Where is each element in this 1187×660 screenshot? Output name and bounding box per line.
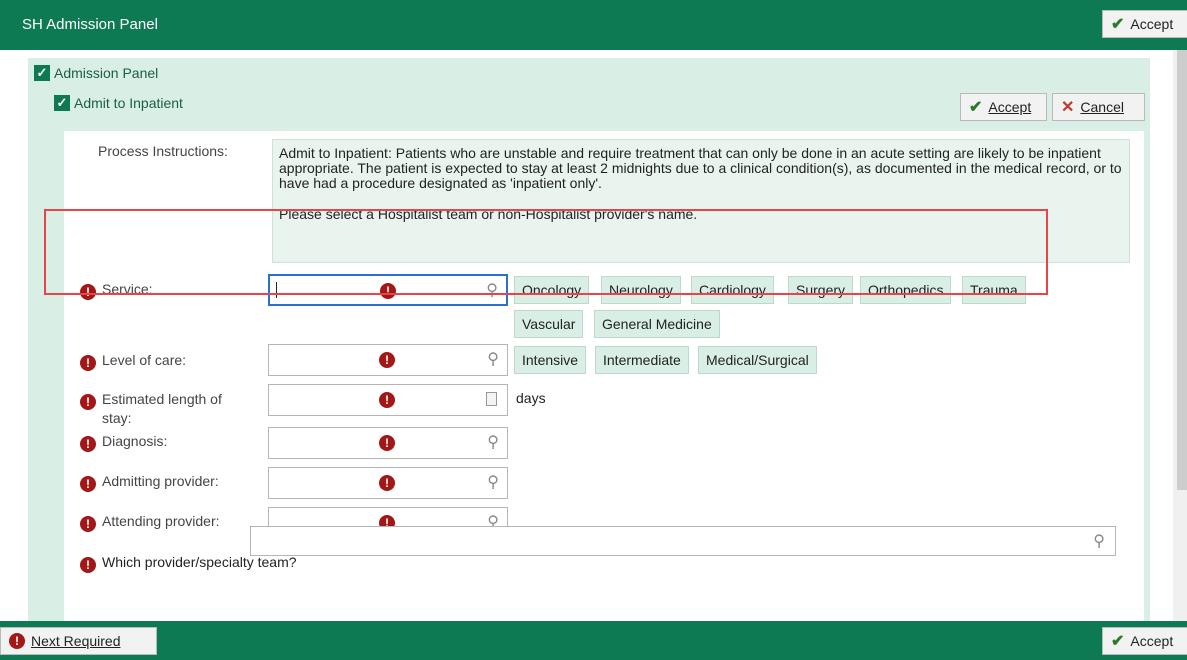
- length-of-stay-label-line1: Estimated length of: [102, 391, 222, 407]
- required-icon: !: [379, 392, 395, 408]
- checkbox-checked-icon[interactable]: ✓: [54, 95, 70, 111]
- required-icon: !: [379, 352, 395, 368]
- length-of-stay-label: ! Estimated length of stay:: [80, 391, 222, 426]
- admitting-provider-label: ! Admitting provider:: [80, 473, 219, 492]
- instructions-paragraph-1: Admit to Inpatient: Patients who are uns…: [279, 145, 1122, 191]
- checkbox-checked-icon[interactable]: ✓: [34, 65, 50, 81]
- diagnosis-input[interactable]: ! ⚲: [268, 427, 508, 459]
- admit-to-inpatient-header[interactable]: ✓ Admit to Inpatient: [54, 90, 183, 116]
- bottom-accept-label: Accept: [1130, 633, 1174, 649]
- search-icon[interactable]: ⚲: [487, 432, 499, 452]
- search-icon[interactable]: ⚲: [487, 349, 499, 369]
- top-accept-button[interactable]: ✔ Accept: [1102, 10, 1187, 38]
- admission-panel-header[interactable]: ✓ Admission Panel: [28, 58, 1150, 88]
- attending-provider-label-text: Attending provider:: [102, 513, 220, 529]
- checkmark-icon: ✔: [969, 99, 983, 116]
- attending-provider-label: ! Attending provider:: [80, 513, 220, 532]
- level-option-intensive[interactable]: Intensive: [514, 346, 587, 374]
- title-bar: SH Admission Panel: [0, 0, 1187, 50]
- required-icon: !: [80, 355, 96, 371]
- admitting-provider-label-text: Admitting provider:: [102, 473, 219, 489]
- length-of-stay-input[interactable]: !: [268, 384, 508, 416]
- days-unit-label: days: [516, 390, 546, 406]
- cancel-button[interactable]: ✕ Cancel: [1052, 93, 1145, 121]
- checkmark-icon: ✔: [1111, 633, 1125, 650]
- length-of-stay-label-line2: stay:: [102, 410, 132, 426]
- service-option-vascular[interactable]: Vascular: [514, 310, 584, 338]
- search-icon[interactable]: ⚲: [1093, 531, 1105, 551]
- required-icon: !: [80, 436, 96, 452]
- next-required-label: Next Required: [31, 633, 121, 649]
- required-icon: !: [80, 394, 96, 410]
- provider-team-label: ! Which provider/specialty team?: [80, 554, 297, 573]
- close-icon: ✕: [1061, 99, 1075, 116]
- provider-team-label-text: Which provider/specialty team?: [102, 554, 297, 570]
- required-icon: !: [379, 475, 395, 491]
- service-highlight-box: [44, 209, 1048, 295]
- vertical-scrollbar[interactable]: [1173, 50, 1187, 621]
- required-icon: !: [80, 476, 96, 492]
- level-option-medical-surgical[interactable]: Medical/Surgical: [698, 346, 817, 374]
- window-title: SH Admission Panel: [22, 16, 158, 33]
- admitting-provider-input[interactable]: ! ⚲: [268, 467, 508, 499]
- next-required-button[interactable]: ! Next Required: [0, 627, 157, 655]
- top-accept-label: Accept: [1130, 16, 1174, 32]
- checkmark-icon: ✔: [1111, 16, 1125, 33]
- process-instructions-label: Process Instructions:: [98, 143, 228, 159]
- diagnosis-label-text: Diagnosis:: [102, 433, 168, 449]
- required-icon: !: [80, 516, 96, 532]
- required-icon: !: [80, 557, 96, 573]
- calculator-icon[interactable]: [486, 392, 497, 406]
- bottom-bar: [0, 621, 1187, 660]
- service-option-general-medicine[interactable]: General Medicine: [594, 310, 720, 338]
- required-icon: !: [379, 435, 395, 451]
- level-of-care-label: ! Level of care:: [80, 352, 186, 371]
- level-of-care-input[interactable]: ! ⚲: [268, 344, 508, 376]
- scrollbar-thumb[interactable]: [1177, 50, 1187, 490]
- accept-label: Accept: [988, 99, 1032, 115]
- cancel-label: Cancel: [1080, 99, 1124, 115]
- level-option-intermediate[interactable]: Intermediate: [595, 346, 689, 374]
- bottom-accept-button[interactable]: ✔ Accept: [1102, 627, 1187, 655]
- diagnosis-label: ! Diagnosis:: [80, 433, 167, 452]
- admission-panel-title: Admission Panel: [54, 65, 159, 81]
- accept-button[interactable]: ✔ Accept: [960, 93, 1047, 121]
- required-icon: !: [9, 633, 25, 649]
- provider-team-input[interactable]: ⚲: [250, 526, 1116, 556]
- level-of-care-label-text: Level of care:: [102, 352, 187, 368]
- search-icon[interactable]: ⚲: [487, 472, 499, 492]
- admit-to-inpatient-title: Admit to Inpatient: [74, 95, 183, 111]
